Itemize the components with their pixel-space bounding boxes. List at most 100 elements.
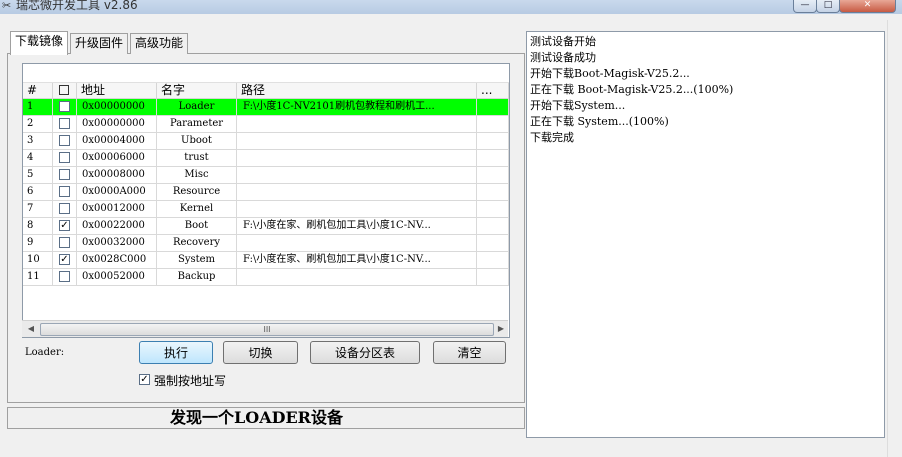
row-checkbox[interactable] [59,271,70,282]
row-name: Recovery [157,235,237,251]
table-row[interactable]: 11 0x00052000 Backup [23,269,509,286]
loader-label: Loader: [25,347,65,358]
row-checkbox[interactable] [59,237,70,248]
row-check-cell [53,133,77,149]
row-address: 0x00052000 [77,269,157,285]
row-checkbox[interactable]: ✓ [59,220,70,231]
row-name: trust [157,150,237,166]
row-check-cell [53,116,77,132]
row-num: 6 [23,184,53,200]
row-path: F:\小度1C-NV2101刷机包教程和刷机工... [237,99,477,115]
header-name[interactable]: 名字 [157,83,237,98]
row-checkbox[interactable] [59,186,70,197]
row-check-cell [53,235,77,251]
row-name: System [157,252,237,268]
row-path: F:\小度在家、刷机包加工具\小度1C-NV... [237,252,477,268]
row-check-cell: ✓ [53,252,77,268]
switch-button[interactable]: 切换 [223,341,298,364]
log-line: 测试设备开始 [530,35,596,48]
row-checkbox[interactable] [59,135,70,146]
row-name: Misc [157,167,237,183]
log-panel[interactable]: 测试设备开始 测试设备成功开始下载Boot-Magisk-V25.2... 正在下载… [526,31,885,438]
row-more [477,133,509,149]
row-path [237,150,477,166]
row-num: 7 [23,201,53,217]
row-checkbox[interactable] [59,152,70,163]
row-num: 1 [23,99,53,115]
row-check-cell: ✓ [53,218,77,234]
scroll-thumb[interactable]: III [40,323,494,336]
row-address: 0x0028C000 [77,252,157,268]
row-checkbox[interactable] [59,169,70,180]
row-checkbox[interactable]: ✓ [59,254,70,265]
table-row[interactable]: 5 0x00008000 Misc [23,167,509,184]
row-checkbox[interactable] [59,101,70,112]
run-button[interactable]: 执行 [139,341,213,364]
header-num[interactable]: # [23,83,53,98]
row-checkbox[interactable] [59,118,70,129]
row-more [477,201,509,217]
row-address: 0x00022000 [77,218,157,234]
table-row[interactable]: 6 0x0000A000 Resource [23,184,509,201]
image-list[interactable]: # 地址 名字 路径 ... 1 0x00000000 Loader F:\小度1C-… [22,63,510,338]
row-more [477,269,509,285]
tab-download-image[interactable]: 下载镜像 [10,31,69,55]
force-address-label[interactable]: 强制按地址写 [154,372,226,389]
row-path [237,133,477,149]
row-num: 10 [23,252,53,268]
force-address-checkbox[interactable]: ✓ [139,374,150,385]
log-line: 测试设备成功 [530,51,596,64]
table-row[interactable]: 1 0x00000000 Loader F:\小度1C-NV2101刷机包教程和刷机工… [23,99,509,116]
header-check[interactable] [53,83,77,98]
header-more[interactable]: ... [477,83,509,98]
row-path [237,269,477,285]
row-more [477,184,509,200]
tab-advanced[interactable]: 高级功能 [130,33,189,54]
row-check-cell [53,167,77,183]
status-text: 发现一个LOADER设备 [170,408,343,427]
table-row[interactable]: 8 ✓ 0x00022000 Boot F:\小度在家、刷机包加工具\小度1C-NV..… [23,218,509,235]
header-address[interactable]: 地址 [77,83,157,98]
minimize-button[interactable]: — [793,0,817,13]
row-num: 4 [23,150,53,166]
log-line: 下载完成 [530,131,574,144]
row-address: 0x00000000 [77,116,157,132]
row-name: Resource [157,184,237,200]
row-check-cell [53,201,77,217]
table-row[interactable]: 2 0x00000000 Parameter [23,116,509,133]
table-row[interactable]: 10 ✓ 0x0028C000 System F:\小度在家、刷机包加工具\小度1C-N… [23,252,509,269]
row-more [477,252,509,268]
maximize-button[interactable]: □ [816,0,840,13]
app-icon: ✂ [2,0,12,12]
row-num: 2 [23,116,53,132]
window-edge [887,20,902,457]
title-bar: ✂ 瑞芯微开发工具 v2.86 — □ ✕ [0,0,902,14]
row-address: 0x00012000 [77,201,157,217]
row-address: 0x00004000 [77,133,157,149]
clear-button[interactable]: 清空 [433,341,506,364]
table-row[interactable]: 9 0x00032000 Recovery [23,235,509,252]
scroll-left-icon[interactable]: ◀ [24,323,38,335]
table-row[interactable]: 7 0x00012000 Kernel [23,201,509,218]
row-num: 11 [23,269,53,285]
row-name: Boot [157,218,237,234]
tab-upgrade-firmware[interactable]: 升级固件 [70,33,129,54]
table-row[interactable]: 3 0x00004000 Uboot [23,133,509,150]
row-checkbox[interactable] [59,203,70,214]
select-all-checkbox[interactable] [59,85,69,95]
log-line: 开始下载Boot-Magisk-V25.2... [530,67,690,80]
row-path: F:\小度在家、刷机包加工具\小度1C-NV... [237,218,477,234]
header-path[interactable]: 路径 [237,83,477,98]
row-more [477,99,509,115]
horizontal-scrollbar[interactable]: ◀ III ▶ [22,320,508,337]
close-button[interactable]: ✕ [839,0,896,13]
partition-table-button[interactable]: 设备分区表 [310,341,420,364]
scroll-right-icon[interactable]: ▶ [494,323,508,335]
row-num: 9 [23,235,53,251]
table-row[interactable]: 4 0x00006000 trust [23,150,509,167]
log-line: 正在下载 Boot-Magisk-V25.2...(100%) [530,83,734,96]
row-more [477,167,509,183]
row-num: 8 [23,218,53,234]
row-name: Kernel [157,201,237,217]
row-more [477,150,509,166]
